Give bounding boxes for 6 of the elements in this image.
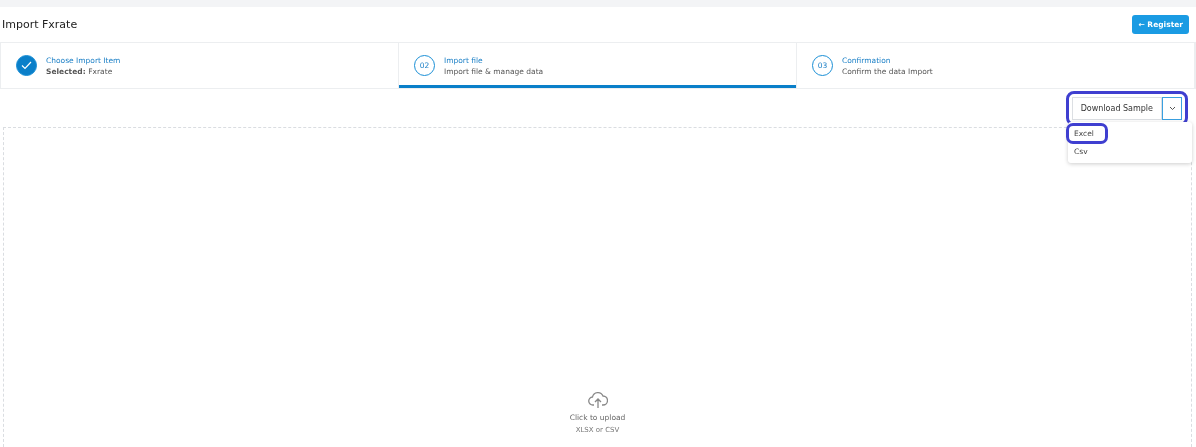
page-title: Import Fxrate — [2, 18, 78, 31]
chevron-down-icon — [1168, 105, 1176, 111]
cloud-upload-icon — [587, 391, 608, 409]
dropdown-toggle[interactable] — [1162, 96, 1182, 120]
check-icon — [16, 55, 37, 76]
download-sample-button[interactable]: Download Sample — [1071, 96, 1162, 120]
